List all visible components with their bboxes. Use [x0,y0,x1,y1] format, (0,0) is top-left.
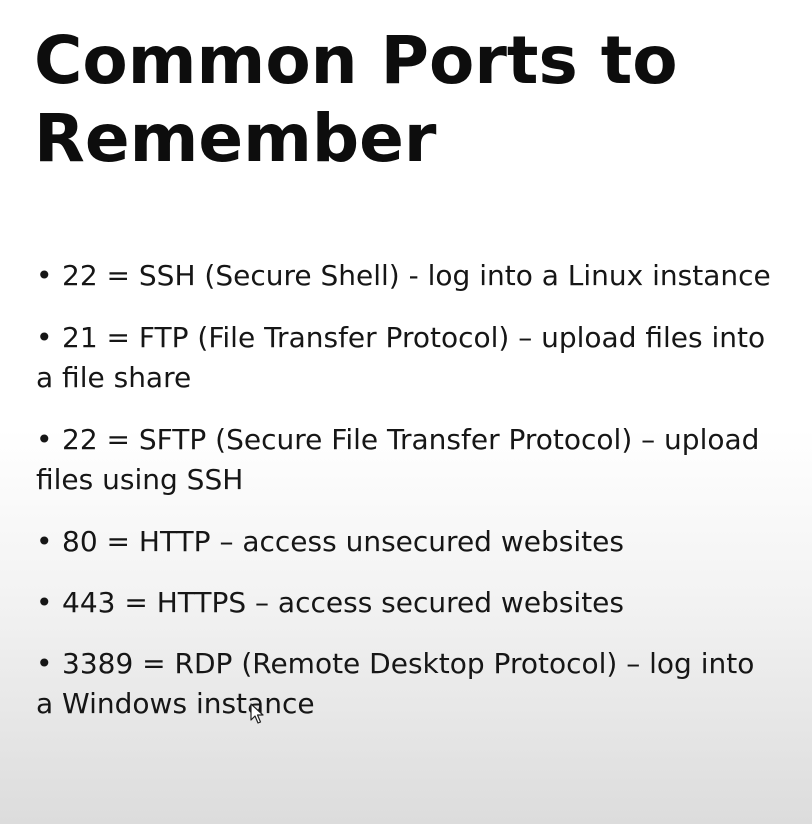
bullet-dot: • [36,586,53,619]
bullet-item-http: • 80 = HTTP – access unsecured websites [36,522,776,562]
bullet-dot: • [36,647,53,680]
bullet-item-https: • 443 = HTTPS – access secured websites [36,583,776,623]
bullet-item-rdp: • 3389 = RDP (Remote Desktop Protocol) – … [36,644,776,724]
bullet-item-ftp: • 21 = FTP (File Transfer Protocol) – upl… [36,318,776,398]
bullet-list: • 22 = SSH (Secure Shell) - log into a Li… [36,256,776,746]
bullet-dot: • [36,321,53,354]
bullet-text: 80 = HTTP – access unsecured websites [62,525,624,558]
bullet-item-sftp: • 22 = SFTP (Secure File Transfer Protoco… [36,420,776,500]
bullet-text: 443 = HTTPS – access secured websites [62,586,624,619]
bullet-text: 22 = SSH (Secure Shell) - log into a Lin… [62,259,771,292]
bullet-text: 3389 = RDP (Remote Desktop Protocol) – l… [36,647,755,720]
bullet-dot: • [36,423,53,456]
bullet-item-ssh: • 22 = SSH (Secure Shell) - log into a Li… [36,256,776,296]
presentation-slide: Common Ports to Remember • 22 = SSH (Secu… [0,0,812,824]
bullet-dot: • [36,259,53,292]
mouse-pointer-icon [250,703,264,724]
bullet-text: 22 = SFTP (Secure File Transfer Protocol… [36,423,760,496]
slide-title: Common Ports to Remember [34,22,678,177]
bullet-dot: • [36,525,53,558]
bullet-text: 21 = FTP (File Transfer Protocol) – uplo… [36,321,766,394]
